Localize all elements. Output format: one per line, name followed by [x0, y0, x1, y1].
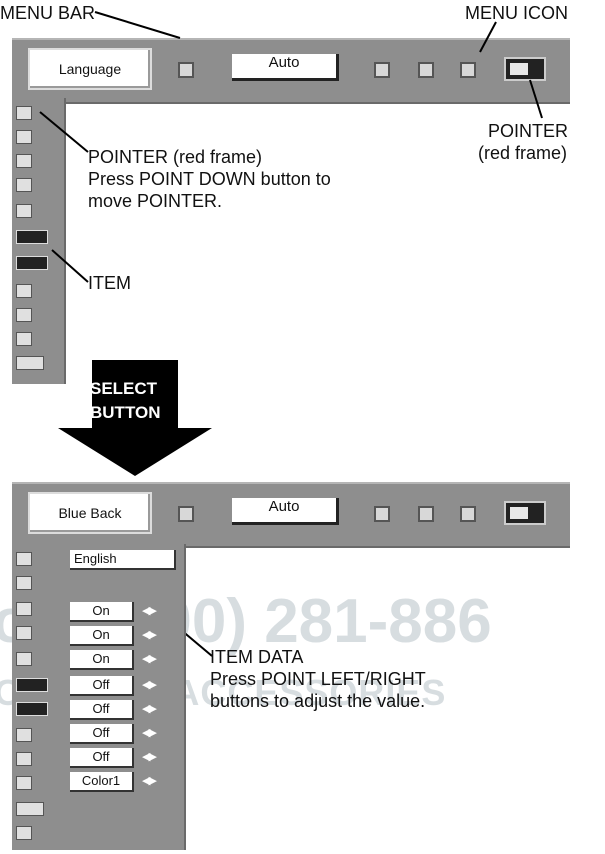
item2-icon-12[interactable]: [16, 826, 32, 840]
pointer-top-leader: [529, 79, 543, 119]
item-data-value-3[interactable]: On: [70, 650, 134, 670]
menu-title-box-2: Blue Back: [28, 492, 152, 534]
select-label-1: SELECT: [90, 379, 158, 398]
adjust-arrows-5[interactable]: ◀▶: [142, 702, 157, 715]
auto-button-2[interactable]: Auto: [232, 498, 339, 525]
item2-icon-8[interactable]: [16, 728, 32, 742]
item-data-value-8[interactable]: Color1: [70, 772, 134, 792]
item2-icon-7[interactable]: [16, 702, 48, 716]
adjust-arrows-6[interactable]: ◀▶: [142, 726, 157, 739]
item2-icon-5[interactable]: [16, 652, 32, 666]
adjust-arrows-2[interactable]: ◀▶: [142, 628, 157, 641]
exit-icon-2[interactable]: [178, 506, 194, 522]
item-data-value-1[interactable]: On: [70, 602, 134, 622]
item2-icon-11[interactable]: [16, 802, 44, 816]
adjust-arrows-4[interactable]: ◀▶: [142, 678, 157, 691]
item-data-value-5[interactable]: Off: [70, 700, 134, 720]
item2-icon-9[interactable]: [16, 752, 32, 766]
adjust-arrows-3[interactable]: ◀▶: [142, 652, 157, 665]
menu-icon-leader: [479, 21, 497, 53]
menu-sidebar-2: English On ◀▶ On ◀▶ On ◀▶ Off ◀▶ Off ◀▶ …: [12, 544, 186, 850]
select-label-2: BUTTON: [90, 403, 161, 422]
pointer-side-leader: [39, 111, 89, 153]
item2-icon-2[interactable]: [16, 576, 32, 590]
image-adjust-icon-2[interactable]: [374, 506, 390, 522]
item2-icon-3[interactable]: [16, 602, 32, 616]
item-leader: [51, 249, 89, 283]
adjust-arrows-1[interactable]: ◀▶: [142, 604, 157, 617]
language-value[interactable]: English: [70, 550, 176, 570]
callout-item-data-1: ITEM DATA: [210, 647, 304, 667]
callout-item-data-2: Press POINT LEFT/RIGHT: [210, 669, 426, 689]
auto-label-2: Auto: [268, 498, 300, 515]
item-data-value-7[interactable]: Off: [70, 748, 134, 768]
menu-title-2: Blue Back: [58, 505, 122, 521]
item-data-value-4[interactable]: Off: [70, 676, 134, 696]
item2-icon-4[interactable]: [16, 626, 32, 640]
menu-bar-2: Blue Back Auto: [12, 482, 570, 548]
item2-icon-6[interactable]: [16, 678, 48, 692]
item-data-value-2[interactable]: On: [70, 626, 134, 646]
document-icon-2[interactable]: [460, 506, 476, 522]
callout-item-data-3: buttons to adjust the value.: [210, 691, 426, 711]
item2-icon-10[interactable]: [16, 776, 32, 790]
adjust-arrows-8[interactable]: ◀▶: [142, 774, 157, 787]
menu-bar-leader: [94, 11, 181, 39]
adjust-arrows-7[interactable]: ◀▶: [142, 750, 157, 763]
setting-menu-icon-2[interactable]: [504, 501, 546, 525]
item2-icon-1[interactable]: [16, 552, 32, 566]
item-data-value-6[interactable]: Off: [70, 724, 134, 744]
screen-icon-2[interactable]: [418, 506, 434, 522]
